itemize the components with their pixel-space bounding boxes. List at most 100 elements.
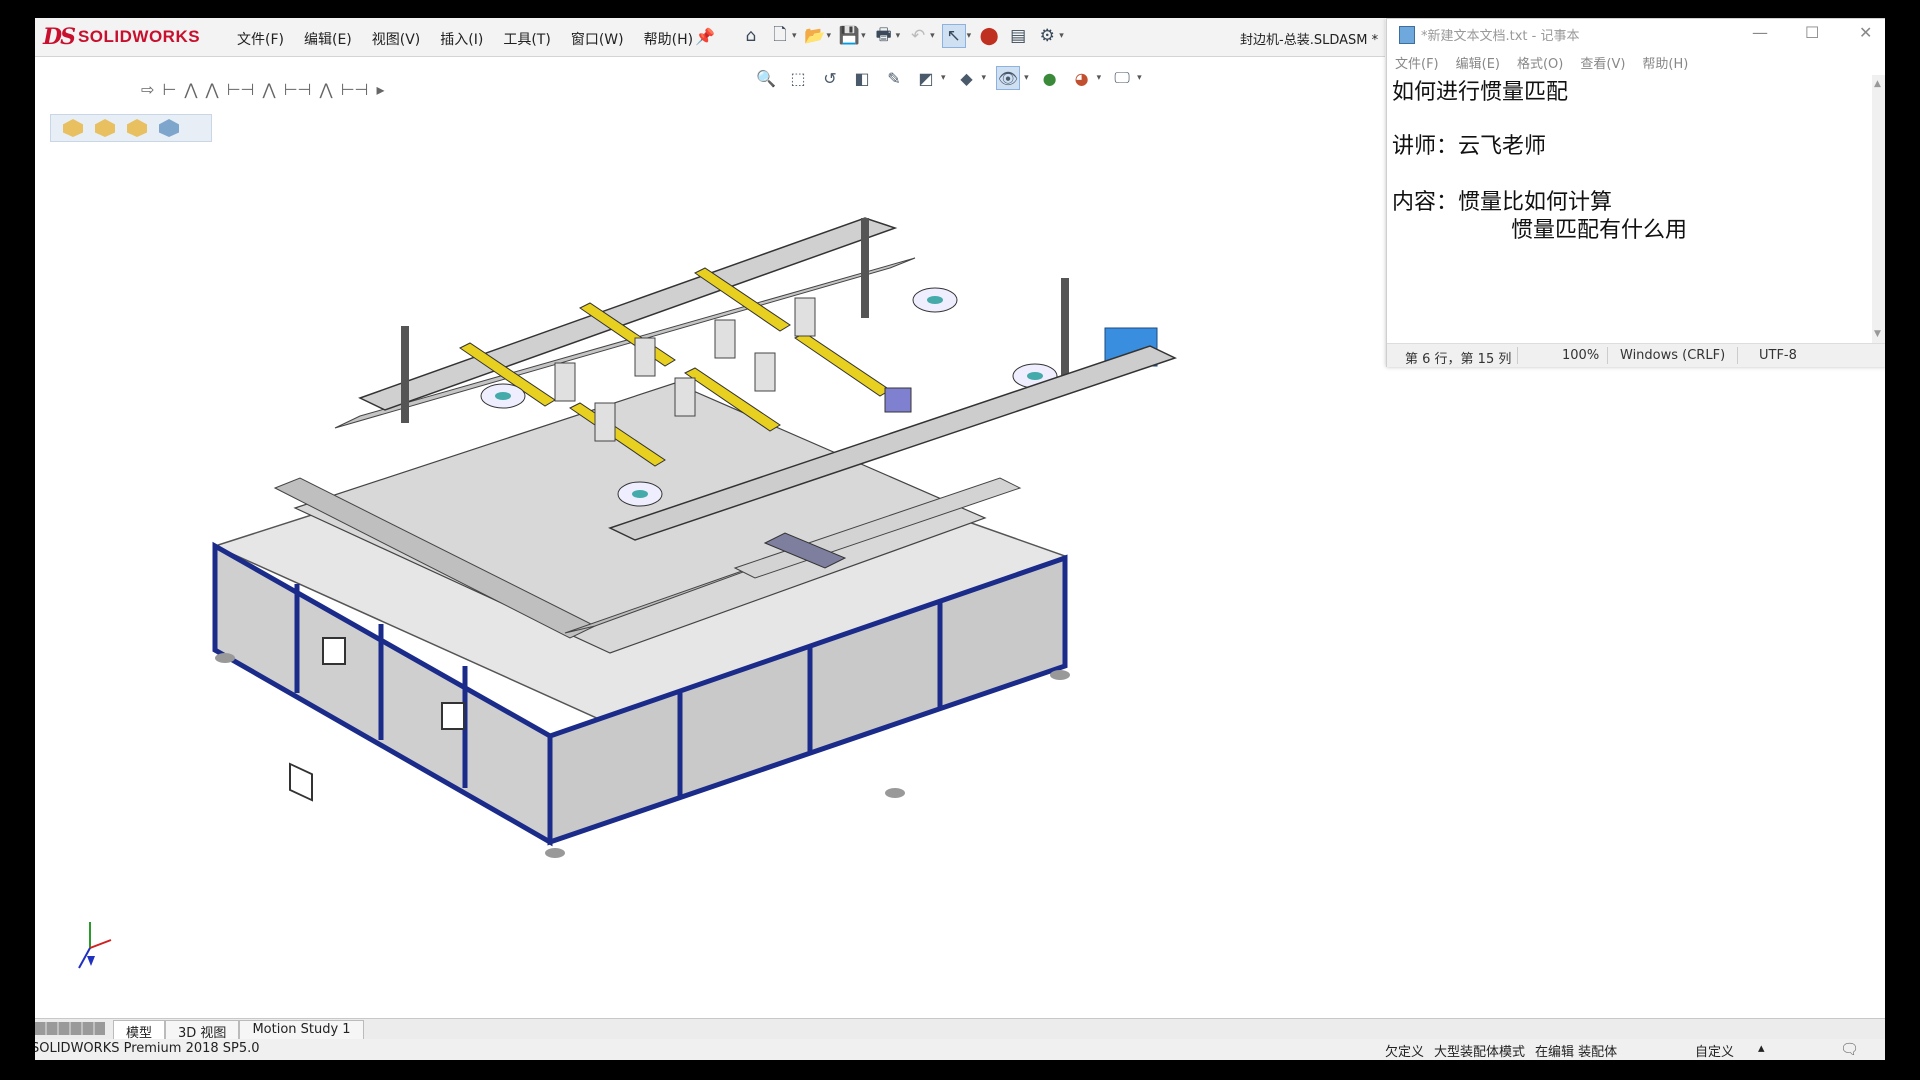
new-document-icon[interactable]: 🗋: [769, 25, 791, 47]
np-menu-file[interactable]: 文件(F): [1395, 53, 1439, 72]
select-pointer-icon[interactable]: ↖: [941, 24, 966, 48]
gear-icon[interactable]: ⚙: [1036, 25, 1058, 47]
notepad-scrollbar[interactable]: ▲ ▼: [1872, 75, 1885, 343]
smart-dimension-icon[interactable]: ⊢: [162, 80, 176, 99]
minimize-icon[interactable]: —: [1752, 23, 1768, 42]
view-settings-icon[interactable]: 🖵: [1111, 67, 1133, 89]
np-menu-format[interactable]: 格式(O): [1517, 53, 1563, 72]
screen: DS SOLIDWORKS 文件(F) 编辑(E) 视图(V) 插入(I) 工具…: [35, 18, 1885, 1060]
previous-view-icon[interactable]: ↺: [819, 67, 841, 89]
menu-window[interactable]: 窗口(W): [569, 27, 626, 51]
np-menu-view[interactable]: 查看(V): [1580, 53, 1625, 72]
home-icon[interactable]: ⌂: [740, 25, 762, 47]
status-custom-units[interactable]: 自定义: [1695, 1041, 1734, 1060]
expand-arrow-icon[interactable]: ▸: [376, 80, 384, 99]
sticky-note-icon[interactable]: 🗨: [1840, 1040, 1859, 1058]
view-tab-3-icon[interactable]: [127, 119, 147, 137]
open-icon[interactable]: 📂: [804, 25, 826, 47]
display-style-dropdown-icon[interactable]: ▾: [982, 73, 987, 83]
dynamic-annotation-icon[interactable]: ✎: [883, 67, 905, 89]
coordinate-triad: [65, 918, 115, 982]
traffic-light-icon[interactable]: ⬤: [978, 25, 1000, 47]
view-settings-dropdown-icon[interactable]: ▾: [1137, 73, 1142, 83]
chamfer-icon[interactable]: ⋀: [319, 80, 332, 99]
np-menu-edit[interactable]: 编辑(E): [1456, 53, 1500, 72]
apply-scene-icon[interactable]: ◕: [1071, 67, 1093, 89]
scroll-down-icon[interactable]: ▼: [1874, 329, 1881, 339]
print-icon[interactable]: 🖶: [873, 25, 895, 47]
notepad-title-bar[interactable]: *新建文本文档.txt - 记事本 — ☐ ✕: [1387, 19, 1885, 49]
view-tab-2-icon[interactable]: [95, 119, 115, 137]
status-caret-up-icon[interactable]: ▴: [1758, 1041, 1765, 1056]
hide-show-dropdown-icon[interactable]: ▾: [1024, 73, 1029, 83]
solidworks-brand-text: SOLIDWORKS: [77, 27, 201, 46]
ordinate-dim-icon[interactable]: ⊢⊣: [341, 80, 369, 99]
display-style-icon[interactable]: ◆: [956, 67, 978, 89]
scroll-up-icon[interactable]: ▲: [1874, 79, 1881, 89]
section-view-icon[interactable]: ◧: [851, 67, 873, 89]
tab-scroll-handle[interactable]: [35, 1022, 105, 1035]
standard-toolbar: ⌂ 🗋 ▾ 📂 ▾ 💾 ▾ 🖶 ▾ ↶ ▾ ↖ ▾ ⬤ ▤ ⚙ ▾: [740, 24, 1064, 48]
apply-scene-dropdown-icon[interactable]: ▾: [1097, 73, 1102, 83]
solidworks-menu-bar: 文件(F) 编辑(E) 视图(V) 插入(I) 工具(T) 窗口(W) 帮助(H…: [235, 27, 695, 51]
zoom-to-area-icon[interactable]: ⬚: [787, 67, 809, 89]
file-properties-icon[interactable]: ▤: [1007, 25, 1029, 47]
text-line-3: 讲师：云飞老师: [1392, 134, 1547, 159]
np-menu-help[interactable]: 帮助(H): [1642, 53, 1688, 72]
menu-edit[interactable]: 编辑(E): [302, 27, 354, 51]
line-tool-icon[interactable]: ⋀: [184, 80, 197, 99]
save-dropdown-icon[interactable]: ▾: [861, 31, 866, 41]
status-large-assembly: 大型装配体模式: [1434, 1045, 1526, 1060]
notepad-title: *新建文本文档.txt - 记事本: [1421, 29, 1580, 44]
menu-file[interactable]: 文件(F): [235, 27, 286, 51]
view-tab-1-icon[interactable]: [63, 119, 83, 137]
axis-triad-icon: [78, 922, 112, 969]
np-zoom: 100%: [1562, 348, 1600, 363]
menu-view[interactable]: 视图(V): [370, 27, 423, 51]
view-orientation-icon[interactable]: ◩: [915, 67, 937, 89]
menu-tools[interactable]: 工具(T): [501, 27, 552, 51]
status-bar: SOLIDWORKS Premium 2018 SP5.0 欠定义 大型装配体模…: [35, 1039, 1885, 1060]
document-title: 封边机-总装.SLDASM *: [1240, 33, 1379, 48]
save-icon[interactable]: 💾: [838, 25, 860, 47]
status-definition: 欠定义: [1385, 1045, 1425, 1060]
menu-insert[interactable]: 插入(I): [438, 27, 485, 51]
status-app-version: SOLIDWORKS Premium 2018 SP5.0: [35, 1041, 260, 1056]
ds-logo-mark: DS: [43, 24, 76, 50]
open-dropdown-icon[interactable]: ▾: [827, 31, 832, 41]
status-indicators: 欠定义 大型装配体模式 在编辑 装配体: [1385, 1041, 1617, 1060]
np-cursor-position: 第 6 行，第 15 列: [1405, 352, 1512, 367]
view-orientation-dropdown-icon[interactable]: ▾: [941, 73, 946, 83]
new-dropdown-icon[interactable]: ▾: [792, 31, 797, 41]
undo-icon[interactable]: ↶: [907, 25, 929, 47]
select-dropdown-icon[interactable]: ▾: [967, 31, 972, 41]
hide-show-items-icon[interactable]: 👁: [996, 66, 1021, 90]
solidworks-logo[interactable]: DS SOLIDWORKS: [43, 22, 208, 52]
print-dropdown-icon[interactable]: ▾: [896, 31, 901, 41]
np-line-ending: Windows (CRLF): [1620, 348, 1726, 363]
view-tab-4-icon[interactable]: [159, 119, 179, 137]
heads-up-view-toolbar: 🔍 ⬚ ↺ ◧ ✎ ◩ ▾ ◆ ▾ 👁 ▾ ● ◕ ▾ 🖵 ▾: [755, 66, 1142, 90]
menu-help[interactable]: 帮助(H): [642, 27, 695, 51]
np-encoding: UTF-8: [1759, 348, 1797, 363]
notepad-icon: [1399, 26, 1415, 44]
zoom-to-fit-icon[interactable]: 🔍: [755, 67, 777, 89]
notepad-status-bar: 第 6 行，第 15 列 100% Windows (CRLF) UTF-8: [1387, 343, 1885, 367]
maximize-icon[interactable]: ☐: [1805, 23, 1819, 42]
horizontal-dim-icon[interactable]: ⊢⊣: [227, 80, 255, 99]
text-line-6: 惯量匹配有什么用: [1469, 218, 1687, 243]
edit-appearance-icon[interactable]: ●: [1039, 67, 1061, 89]
slope-icon[interactable]: ⋀: [262, 80, 275, 99]
close-icon[interactable]: ✕: [1859, 23, 1872, 42]
sketch-toolbar: ⇨ ⊢ ⋀ ⋀ ⊢⊣ ⋀ ⊢⊣ ⋀ ⊢⊣ ▸: [141, 80, 385, 99]
notepad-text-area[interactable]: 如何进行惯量匹配 讲师：云飞老师 内容：惯量比如何计算 惯量匹配有什么用: [1387, 75, 1872, 343]
status-editing: 在编辑 装配体: [1535, 1045, 1618, 1060]
pin-menu-icon[interactable]: 📌: [695, 27, 715, 46]
view-tabs: [50, 114, 212, 142]
options-dropdown-icon[interactable]: ▾: [1059, 31, 1064, 41]
angle-tool-icon[interactable]: ⋀: [205, 80, 218, 99]
text-line-5: 内容：惯量比如何计算: [1392, 190, 1613, 215]
sketch-arrow-icon[interactable]: ⇨: [141, 80, 154, 99]
vertical-dim-icon[interactable]: ⊢⊣: [284, 80, 312, 99]
undo-dropdown-icon[interactable]: ▾: [930, 31, 935, 41]
